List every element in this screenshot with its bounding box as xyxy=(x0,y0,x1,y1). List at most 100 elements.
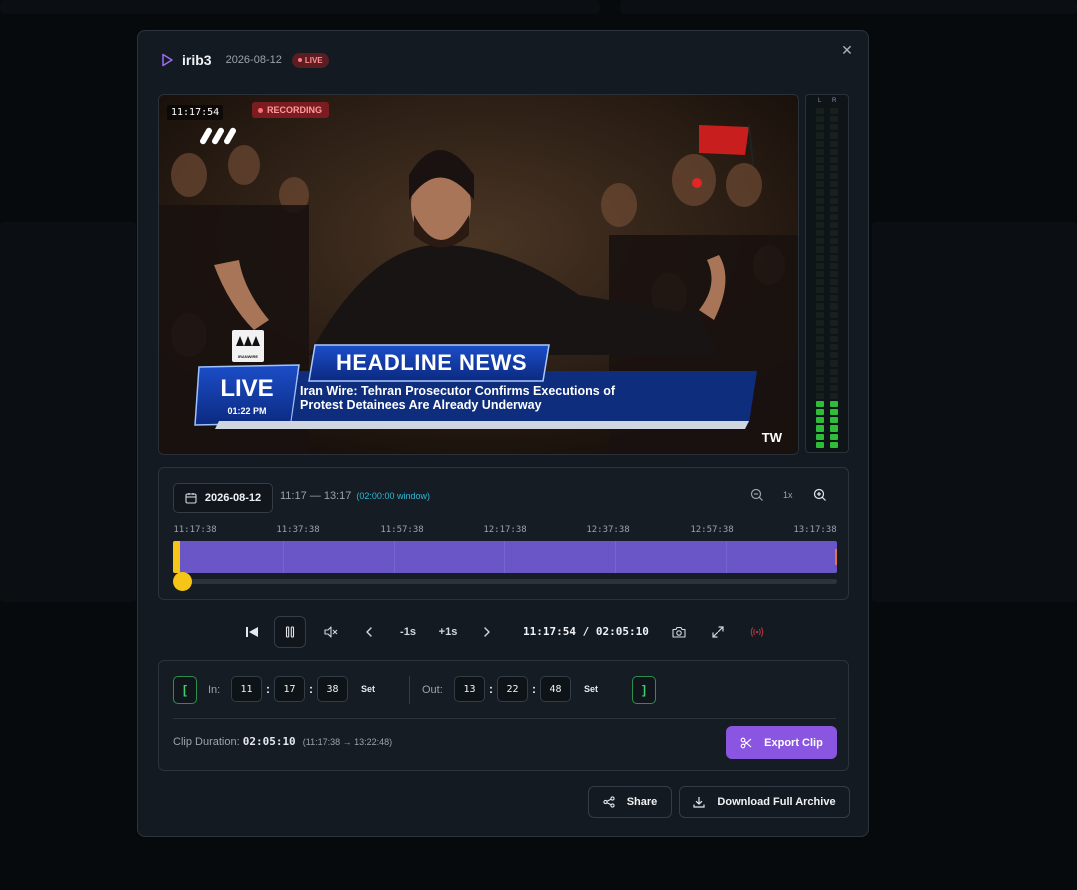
meter-segment xyxy=(816,189,824,196)
meter-segment xyxy=(816,441,824,448)
live-badge-label: LIVE xyxy=(304,55,323,65)
set-in-bracket-button[interactable]: [ xyxy=(173,676,197,704)
meter-segment xyxy=(830,140,838,147)
timeline-grid-line xyxy=(283,541,284,573)
meter-segment xyxy=(816,401,824,408)
meter-segment xyxy=(816,384,824,391)
background-panel xyxy=(620,0,1077,14)
pause-button[interactable] xyxy=(274,616,306,648)
meter-segment xyxy=(830,417,838,424)
meter-segment xyxy=(830,335,838,343)
meter-segment xyxy=(816,205,824,212)
out-label: Out: xyxy=(422,684,443,696)
live-dot-icon xyxy=(297,58,302,62)
meter-segment xyxy=(830,221,838,229)
scrub-bar[interactable] xyxy=(173,579,837,584)
chevron-right-icon xyxy=(484,627,490,637)
in-hours-input[interactable] xyxy=(231,676,262,702)
meter-segment xyxy=(816,181,824,188)
set-out-button[interactable]: Set xyxy=(584,684,598,694)
live-badge: LIVE xyxy=(291,52,329,68)
background-panel xyxy=(0,0,600,14)
share-icon xyxy=(603,796,615,808)
clip-editor-modal: irib3 2026-08-12 LIVE ✕ 11:17:54 RECORDI… xyxy=(137,30,869,837)
meter-segment xyxy=(830,270,838,277)
meter-segment xyxy=(830,173,838,180)
meter-segment xyxy=(830,384,838,391)
meter-segment xyxy=(830,319,838,326)
date-picker-button[interactable]: 2026-08-12 xyxy=(173,483,273,513)
transport-controls: -1s +1s 11:17:54 / 02:05:10 xyxy=(138,616,870,648)
in-minutes-input[interactable] xyxy=(274,676,305,702)
playhead-handle[interactable] xyxy=(173,572,193,591)
meter-segment xyxy=(830,409,838,416)
meter-segment xyxy=(830,344,838,351)
close-icon[interactable]: ✕ xyxy=(840,43,854,57)
mute-button[interactable] xyxy=(320,616,342,648)
meter-segment xyxy=(816,254,824,261)
iranwire-mark-icon xyxy=(236,336,260,346)
recording-dot-icon xyxy=(258,107,263,113)
meter-right-channel xyxy=(830,108,838,448)
total-time: 02:05:10 xyxy=(595,625,649,638)
skip-to-start-button[interactable] xyxy=(241,616,263,648)
modal-header: irib3 2026-08-12 LIVE xyxy=(160,51,329,69)
zoom-out-icon[interactable] xyxy=(750,488,764,502)
meter-segment xyxy=(830,108,838,115)
out-seconds-input[interactable] xyxy=(540,676,571,702)
step-back-1s-button[interactable]: -1s xyxy=(396,616,420,648)
meter-segment xyxy=(830,197,838,204)
meter-segment xyxy=(830,295,838,302)
out-minutes-input[interactable] xyxy=(497,676,528,702)
live-broadcast-button[interactable] xyxy=(747,616,767,648)
export-clip-button[interactable]: Export Clip xyxy=(726,726,837,759)
next-frame-button[interactable] xyxy=(478,616,496,648)
meter-segment xyxy=(816,392,824,400)
previous-frame-button[interactable] xyxy=(360,616,378,648)
timeline-track[interactable] xyxy=(173,541,837,573)
share-button[interactable]: Share xyxy=(588,786,672,818)
meter-segment xyxy=(816,360,824,367)
volume-mute-icon xyxy=(324,626,338,638)
meter-segment xyxy=(830,116,838,123)
meter-segment xyxy=(830,352,838,359)
meter-segment xyxy=(816,409,824,416)
in-seconds-input[interactable] xyxy=(317,676,348,702)
meter-segment xyxy=(816,344,824,351)
meter-segment xyxy=(816,335,824,343)
meter-segment xyxy=(816,368,824,375)
download-full-archive-button[interactable]: Download Full Archive xyxy=(679,786,850,818)
video-player[interactable]: 11:17:54 RECORDING IRANWIRE HEADLINE NEW… xyxy=(158,94,799,455)
meter-segment xyxy=(816,173,824,180)
set-in-button[interactable]: Set xyxy=(361,684,375,694)
snapshot-button[interactable] xyxy=(669,616,689,648)
meter-segment xyxy=(830,376,838,383)
iranwire-logo: IRANWIRE xyxy=(232,330,264,362)
clip-duration-range: (11:17:38 → 13:22:48) xyxy=(302,737,393,747)
in-point-marker[interactable] xyxy=(173,541,180,573)
out-point-marker[interactable] xyxy=(835,549,837,565)
timeline-tick-label: 12:57:38 xyxy=(690,525,734,535)
step-forward-1s-button[interactable]: +1s xyxy=(435,616,461,648)
meter-segment xyxy=(830,132,838,139)
meter-segment xyxy=(830,368,838,375)
out-hours-input[interactable] xyxy=(454,676,485,702)
in-out-divider xyxy=(409,676,410,704)
meter-segment xyxy=(830,303,838,310)
in-label: In: xyxy=(208,684,221,696)
meter-segment xyxy=(816,270,824,277)
tw-watermark: TW xyxy=(761,430,782,445)
recording-badge: RECORDING xyxy=(252,102,330,118)
headline-title: HEADLINE NEWS xyxy=(335,350,528,375)
download-icon xyxy=(693,797,706,808)
meter-segment xyxy=(830,124,838,131)
meter-segment xyxy=(830,164,838,172)
fullscreen-button[interactable] xyxy=(708,616,728,648)
zoom-level: 1x xyxy=(783,490,793,500)
set-out-bracket-button[interactable]: ] xyxy=(632,676,656,704)
zoom-in-icon[interactable] xyxy=(813,488,827,502)
meter-segment xyxy=(830,213,838,220)
date-picker-label: 2026-08-12 xyxy=(204,492,262,504)
meter-segment xyxy=(830,238,838,245)
skip-to-start-icon xyxy=(246,627,258,637)
